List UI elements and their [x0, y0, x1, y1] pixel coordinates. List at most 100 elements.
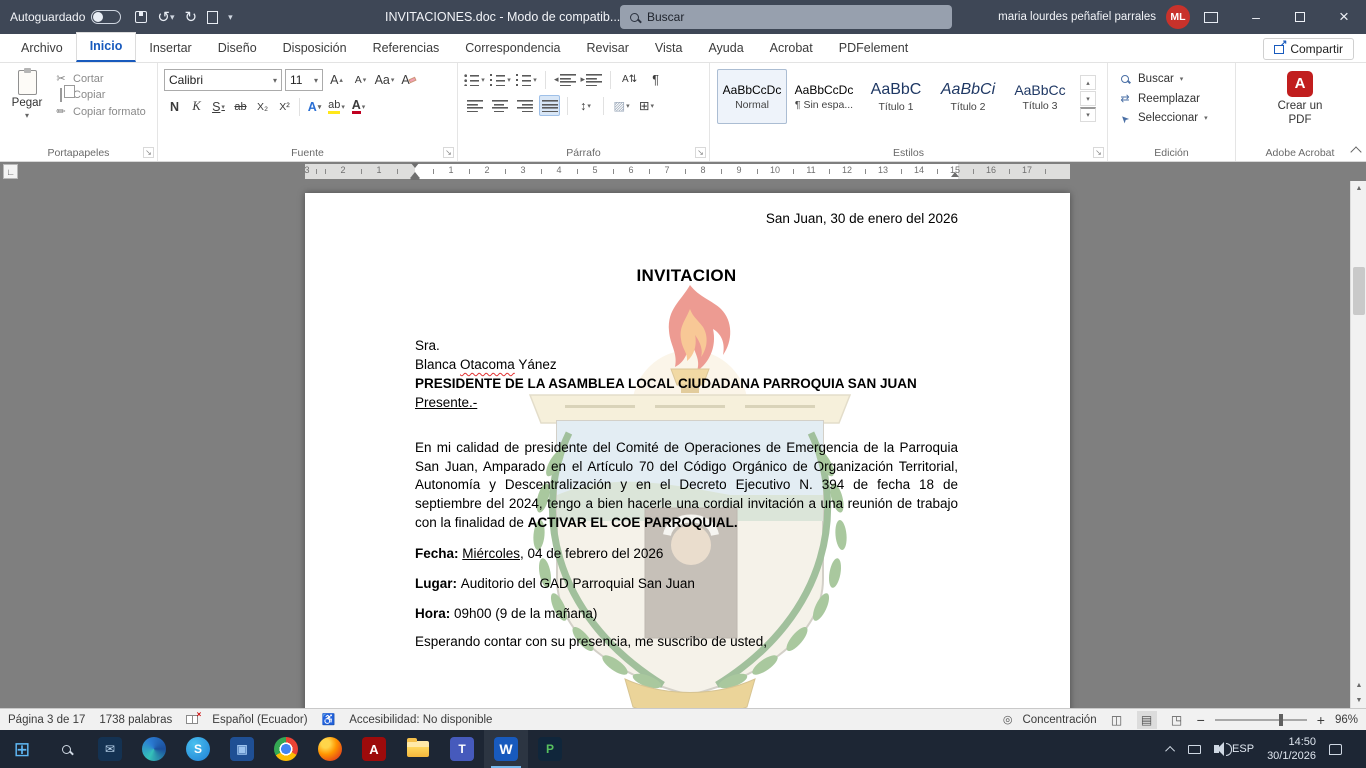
- dialog-launcher-icon[interactable]: ↘: [695, 147, 706, 158]
- ribbon-display-icon[interactable]: [1204, 12, 1218, 23]
- taskbar-photos[interactable]: ▣: [220, 730, 264, 768]
- tab-acrobat[interactable]: Acrobat: [757, 35, 826, 62]
- word-count[interactable]: 1738 palabras: [99, 714, 172, 726]
- font-size-combo[interactable]: 11▾: [285, 69, 323, 91]
- tab-diseño[interactable]: Diseño: [205, 35, 270, 62]
- dialog-launcher-icon[interactable]: ↘: [443, 147, 454, 158]
- vertical-scrollbar[interactable]: ▲ ▲ ▼: [1350, 181, 1366, 708]
- document-title[interactable]: INVITACIONES.doc - Modo de compatib... ▾: [385, 10, 631, 24]
- style-normal[interactable]: AaBbCcDcNormal: [717, 69, 787, 124]
- avatar[interactable]: ML: [1166, 5, 1190, 29]
- bold-button[interactable]: N: [164, 96, 185, 117]
- dialog-launcher-icon[interactable]: ↘: [143, 147, 154, 158]
- underline-button[interactable]: S▾: [208, 96, 229, 117]
- volume-tray-icon[interactable]: [1214, 745, 1219, 753]
- multilevel-list-button[interactable]: ▾: [516, 69, 537, 90]
- zoom-slider[interactable]: [1215, 719, 1307, 721]
- display-tray-icon[interactable]: [1188, 745, 1201, 754]
- justify-button[interactable]: [539, 95, 560, 116]
- style--sin-espa-[interactable]: AaBbCcDc¶ Sin espa...: [789, 69, 859, 124]
- taskbar-edge[interactable]: [132, 730, 176, 768]
- read-mode-button[interactable]: ◫: [1107, 711, 1127, 729]
- tab-revisar[interactable]: Revisar: [573, 35, 641, 62]
- superscript-button[interactable]: X²: [274, 96, 295, 117]
- proofing-icon[interactable]: [186, 715, 198, 724]
- style-t-tulo-3[interactable]: AaBbCcTítulo 3: [1005, 69, 1075, 124]
- print-preview-button[interactable]: [207, 11, 218, 24]
- clock[interactable]: 14:50 30/1/2026: [1267, 735, 1316, 764]
- replace-button[interactable]: ⇄Reemplazar: [1118, 92, 1225, 105]
- style-t-tulo-1[interactable]: AaBbCTítulo 1: [861, 69, 931, 124]
- decrease-indent-button[interactable]: ◂: [554, 69, 576, 90]
- zoom-in-button[interactable]: +: [1317, 712, 1325, 728]
- font-family-combo[interactable]: Calibri▾: [164, 69, 282, 91]
- bullets-button[interactable]: ▾: [464, 69, 485, 90]
- keyboard-language[interactable]: ESP: [1232, 743, 1254, 755]
- web-layout-button[interactable]: ◳: [1167, 711, 1187, 729]
- highlight-button[interactable]: ab▾: [326, 96, 347, 117]
- tab-disposición[interactable]: Disposición: [270, 35, 360, 62]
- redo-button[interactable]: ↻: [185, 8, 198, 26]
- taskbar-file-explorer[interactable]: [396, 730, 440, 768]
- taskbar-chrome[interactable]: [264, 730, 308, 768]
- print-layout-button[interactable]: ▤: [1137, 711, 1157, 729]
- taskbar-skype[interactable]: S: [176, 730, 220, 768]
- find-button[interactable]: Buscar▾: [1118, 73, 1225, 85]
- align-center-button[interactable]: [489, 95, 510, 116]
- align-left-button[interactable]: [464, 95, 485, 116]
- save-button[interactable]: [135, 11, 147, 23]
- tab-referencias[interactable]: Referencias: [360, 35, 453, 62]
- page-indicator[interactable]: Página 3 de 17: [8, 714, 85, 726]
- increase-indent-button[interactable]: ▸: [581, 69, 603, 90]
- sort-button[interactable]: A⇅: [619, 69, 640, 90]
- accessibility-status[interactable]: Accesibilidad: No disponible: [349, 714, 492, 726]
- search-box[interactable]: Buscar: [620, 5, 952, 29]
- minimize-button[interactable]: –: [1234, 0, 1278, 34]
- copy-button[interactable]: Copiar: [54, 89, 146, 101]
- maximize-button[interactable]: [1278, 0, 1322, 34]
- paste-button[interactable]: Pegar ▾: [0, 67, 54, 120]
- autosave-control[interactable]: Autoguardado: [10, 10, 121, 24]
- show-paragraph-marks-button[interactable]: ¶: [645, 69, 666, 90]
- taskbar-acrobat[interactable]: A: [352, 730, 396, 768]
- action-center-icon[interactable]: [1329, 744, 1342, 755]
- taskbar-mail[interactable]: ✉: [88, 730, 132, 768]
- taskbar-start[interactable]: ⊞: [0, 730, 44, 768]
- styles-scroll-up-icon[interactable]: ▴: [1080, 75, 1096, 90]
- customize-qat-button[interactable]: ▾: [228, 12, 233, 23]
- tab-correspondencia[interactable]: Correspondencia: [452, 35, 573, 62]
- focus-mode[interactable]: Concentración: [1022, 714, 1096, 726]
- taskbar-firefox[interactable]: [308, 730, 352, 768]
- zoom-out-button[interactable]: −: [1197, 712, 1205, 728]
- tab-insertar[interactable]: Insertar: [136, 35, 204, 62]
- ruler-strip[interactable]: 3211234567891011121314151617: [305, 164, 1070, 179]
- tab-inicio[interactable]: Inicio: [76, 32, 137, 62]
- create-pdf-button[interactable]: A Crear un PDF: [1236, 67, 1364, 128]
- taskbar-word[interactable]: W: [484, 730, 528, 768]
- cut-button[interactable]: ✂Cortar: [54, 72, 146, 85]
- format-painter-button[interactable]: ✏Copiar formato: [54, 105, 146, 118]
- hidden-icons-chevron[interactable]: [1165, 745, 1175, 755]
- clear-formatting-button[interactable]: A: [398, 70, 419, 91]
- grow-font-button[interactable]: A▴: [326, 70, 347, 91]
- dialog-launcher-icon[interactable]: ↘: [1093, 147, 1104, 158]
- tab-selector[interactable]: ∟: [3, 164, 18, 179]
- left-indent-marker[interactable]: [411, 177, 420, 180]
- shrink-font-button[interactable]: A▾: [350, 70, 371, 91]
- italic-button[interactable]: K: [186, 96, 207, 117]
- close-button[interactable]: ×: [1322, 0, 1366, 34]
- zoom-slider-thumb[interactable]: [1279, 714, 1283, 726]
- taskbar-search[interactable]: [44, 730, 88, 768]
- text-effects-button[interactable]: A▾: [304, 96, 325, 117]
- borders-button[interactable]: ⊞▾: [636, 95, 657, 116]
- change-case-button[interactable]: Aa▾: [374, 70, 395, 91]
- scroll-up-icon[interactable]: ▲: [1351, 181, 1366, 196]
- language-indicator[interactable]: Español (Ecuador): [212, 714, 307, 726]
- document-page[interactable]: San Juan, 30 de enero del 2026 INVITACIO…: [305, 193, 1070, 708]
- autosave-toggle[interactable]: [91, 10, 121, 24]
- tab-archivo[interactable]: Archivo: [8, 35, 76, 62]
- taskbar-teams[interactable]: T: [440, 730, 484, 768]
- scrollbar-thumb[interactable]: [1353, 267, 1365, 315]
- font-color-button[interactable]: A▾: [348, 96, 369, 117]
- select-button[interactable]: ➤Seleccionar▾: [1118, 112, 1225, 124]
